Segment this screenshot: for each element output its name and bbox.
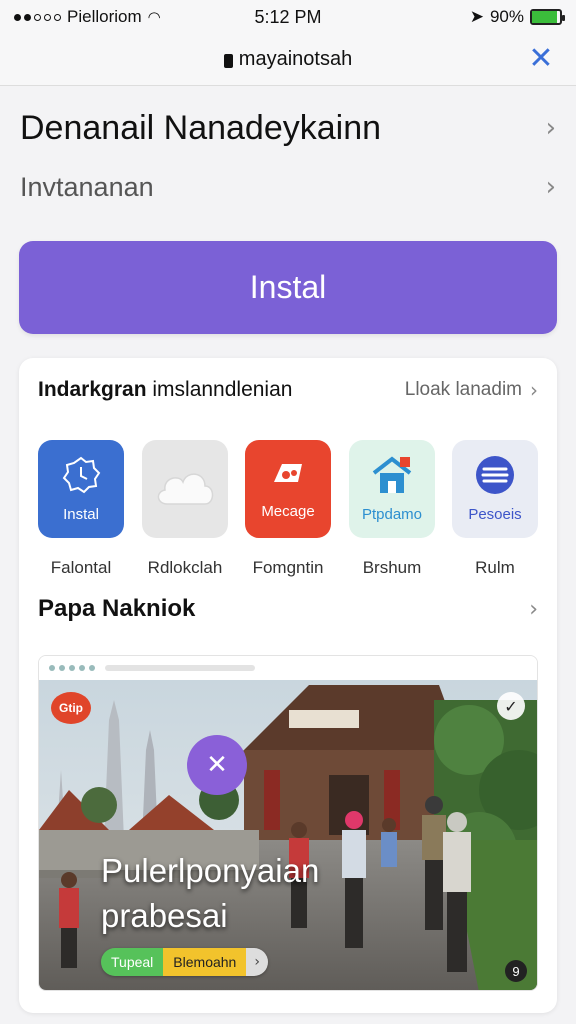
wifi-icon: ◠	[147, 9, 161, 26]
see-more-link[interactable]: Lloak lanadim ›	[405, 378, 538, 402]
app-tile[interactable]: Ptpdamo	[349, 440, 435, 538]
app-tile[interactable]: Pesoeis	[452, 440, 538, 538]
feature-title: Pulerlponyaian prabesai	[101, 848, 401, 938]
status-left: Pielloriom ◠	[14, 7, 161, 27]
signal-icon	[14, 13, 61, 21]
feature-image: Gtip ✕ ✓ Pulerlponyaian prabesai Tupeal …	[39, 680, 537, 990]
feature-tag-pill[interactable]: Tupeal Blemoahn ›	[101, 948, 268, 976]
check-icon[interactable]: ✓	[497, 692, 525, 720]
app-tile-label: Ptpdamo	[361, 506, 423, 523]
related-heading: Indarkgran imslanndlenian	[38, 378, 292, 402]
related-heading-bold: Indarkgran	[38, 378, 147, 401]
related-card: Indarkgran imslanndlenian Lloak lanadim …	[19, 358, 557, 1013]
app-name: Rdlokclah	[147, 558, 223, 577]
url-display[interactable]: mayainotsah	[223, 48, 353, 71]
app-tile[interactable]	[142, 440, 228, 538]
app-subtitle: Invtananan	[20, 171, 154, 202]
pin-icon[interactable]: ✕	[187, 735, 247, 795]
app-item[interactable]: Rdlokclah	[142, 440, 228, 578]
app-list: Instal Falontal Rdlokclah Mecage Fomgntin Ptp…	[38, 440, 538, 590]
clock-badge-icon	[61, 455, 101, 500]
status-bar: Pielloriom ◠ 5:12 PM ➤ 90%	[0, 0, 576, 34]
app-name: Falontal	[50, 558, 112, 577]
info-icon[interactable]: 9	[505, 960, 527, 982]
app-tile[interactable]: Mecage	[245, 440, 331, 538]
chevron-right-icon: ›	[529, 596, 538, 622]
feature-title-line2: prabesai	[101, 897, 228, 934]
see-more-label: Lloak lanadim	[404, 379, 522, 400]
location-icon: ➤	[469, 7, 484, 26]
app-subtitle-row[interactable]: Invtananan ›	[20, 163, 556, 211]
section2-heading: Papa Nakniok	[38, 595, 196, 622]
chevron-right-icon: ›	[530, 378, 538, 402]
app-item[interactable]: Instal Falontal	[38, 440, 124, 578]
app-title: Denanail Nanadeykainn	[20, 108, 382, 147]
install-button[interactable]: Instal	[19, 241, 557, 334]
app-tile[interactable]: Instal	[38, 440, 124, 538]
section2-header[interactable]: Papa Nakniok ›	[38, 595, 538, 623]
battery-percent: 90%	[489, 7, 524, 26]
promo-badge: Gtip	[51, 692, 91, 724]
music-icon	[268, 458, 308, 497]
related-header: Indarkgran imslanndlenian Lloak lanadim …	[38, 378, 538, 402]
layers-icon	[475, 455, 515, 500]
cloud-icon	[153, 462, 217, 517]
app-name: Fomgntin	[252, 558, 324, 577]
chevron-right-icon: ›	[545, 172, 556, 202]
battery-icon	[530, 9, 565, 25]
related-heading-rest: imslanndlenian	[146, 378, 293, 401]
app-name: Brshum	[362, 558, 422, 577]
app-item[interactable]: Mecage Fomgntin	[245, 440, 331, 578]
tag-2: Blemoahn	[163, 948, 247, 976]
app-tile-label: Pesoeis	[468, 506, 522, 523]
lock-icon	[223, 53, 233, 68]
app-name: Rulm	[475, 558, 515, 577]
feature-banner[interactable]: Gtip ✕ ✓ Pulerlponyaian prabesai Tupeal …	[38, 655, 538, 991]
battery-fill	[532, 11, 558, 23]
status-right: ➤ 90%	[469, 7, 565, 27]
close-icon[interactable]: ✕	[524, 42, 558, 76]
feature-top-bar	[39, 656, 537, 680]
app-item[interactable]: Ptpdamo Brshum	[349, 440, 435, 578]
house-icon	[370, 455, 414, 500]
app-item[interactable]: Pesoeis Rulm	[452, 440, 538, 578]
tag-1: Tupeal	[101, 948, 164, 976]
feature-scene-illustration	[39, 680, 537, 990]
app-tile-label: Instal	[63, 506, 99, 523]
chevron-right-icon: ›	[545, 113, 556, 143]
app-title-row[interactable]: Denanail Nanadeykainn ›	[20, 102, 556, 154]
feature-title-line1: Pulerlponyaian	[101, 852, 320, 889]
carrier-label: Pielloriom	[67, 7, 142, 26]
app-tile-label: Mecage	[261, 503, 315, 520]
url-text: mayainotsah	[238, 48, 353, 70]
address-bar[interactable]: mayainotsah ✕	[0, 34, 576, 86]
